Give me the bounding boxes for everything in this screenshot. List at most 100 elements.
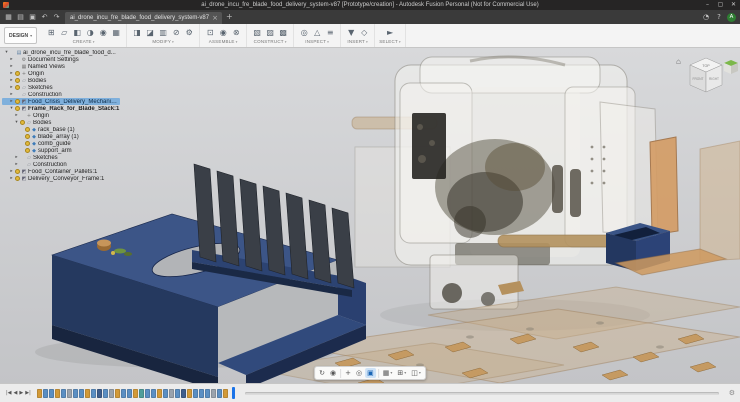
viewcube-top-label[interactable]: TOP: [702, 64, 710, 68]
create-sketch-icon[interactable]: ▱: [58, 27, 70, 39]
browser-item-sketches[interactable]: ▸▱Sketches: [2, 84, 120, 91]
timeline-feature-11[interactable]: [103, 389, 108, 398]
toolbar-group-label[interactable]: CONSTRUCT▾: [254, 39, 287, 44]
display-settings-icon[interactable]: ▦▾: [381, 368, 395, 378]
browser-item-document-settings[interactable]: ▸⚙Document Settings: [2, 56, 120, 63]
tree-expander-icon[interactable]: ▸: [9, 64, 14, 69]
measure-icon[interactable]: ◎: [298, 27, 310, 39]
timeline-feature-29[interactable]: [211, 389, 216, 398]
browser-item-food-crisis-delivery-mechanism-1[interactable]: ▸◩Food_Crisis_Delivery_Mechanism:1: [2, 98, 120, 105]
visibility-toggle[interactable]: [15, 176, 20, 181]
visibility-toggle[interactable]: [25, 141, 30, 146]
toolbar-group-label[interactable]: CREATE▾: [73, 39, 95, 44]
timeline-feature-28[interactable]: [205, 389, 210, 398]
notifications-bell-icon[interactable]: ◔: [701, 13, 711, 21]
timeline-feature-10[interactable]: [97, 389, 102, 398]
visibility-bulb-icon[interactable]: [25, 148, 30, 153]
undo-icon[interactable]: ↶: [39, 12, 50, 23]
timeline-feature-8[interactable]: [85, 389, 90, 398]
insert-derive-icon[interactable]: ◇: [358, 27, 370, 39]
timeline-feature-20[interactable]: [157, 389, 162, 398]
file-menu-icon[interactable]: ▤: [15, 12, 26, 23]
visibility-toggle[interactable]: [15, 106, 20, 111]
timeline-feature-25[interactable]: [187, 389, 192, 398]
select-tool-icon[interactable]: ►: [384, 27, 396, 39]
data-panel-toggle-icon[interactable]: ▦: [3, 12, 14, 23]
browser-item-construction[interactable]: ▸▱Construction: [2, 91, 120, 98]
browser-item-blade-array-1[interactable]: ◆blade_array (1): [2, 133, 120, 140]
visibility-toggle[interactable]: [20, 120, 25, 125]
timeline-feature-6[interactable]: [73, 389, 78, 398]
look-at-icon[interactable]: ◉: [328, 368, 338, 378]
change-parameters-icon[interactable]: ⚙: [183, 27, 195, 39]
timeline-feature-17[interactable]: [139, 389, 144, 398]
timeline-feature-9[interactable]: [91, 389, 96, 398]
timeline-feature-4[interactable]: [61, 389, 66, 398]
press-pull-icon[interactable]: ◨: [131, 27, 143, 39]
tree-expander-icon[interactable]: ▾: [14, 120, 19, 125]
timeline-feature-14[interactable]: [121, 389, 126, 398]
display-bar-icon[interactable]: ≡: [324, 27, 336, 39]
tree-expander-icon[interactable]: ▸: [14, 155, 19, 160]
rigid-group-icon[interactable]: ⊗: [230, 27, 242, 39]
new-tab-button[interactable]: +: [222, 10, 237, 24]
assemble-new-component-icon[interactable]: ⊡: [204, 27, 216, 39]
zoom-icon[interactable]: ◎: [354, 368, 364, 378]
tree-expander-icon[interactable]: ▸: [9, 176, 14, 181]
save-icon[interactable]: ▣: [27, 12, 38, 23]
point-icon[interactable]: ▩: [277, 27, 289, 39]
tree-expander-icon[interactable]: ▸: [9, 99, 14, 104]
timeline-feature-22[interactable]: [169, 389, 174, 398]
timeline-feature-31[interactable]: [223, 389, 228, 398]
timeline-feature-15[interactable]: [127, 389, 132, 398]
timeline-feature-2[interactable]: [49, 389, 54, 398]
minimize-button[interactable]: –: [701, 0, 714, 10]
timeline-playhead[interactable]: [232, 387, 235, 399]
fillet-icon[interactable]: ◪: [144, 27, 156, 39]
maximize-button[interactable]: ▢: [714, 0, 727, 10]
visibility-toggle[interactable]: [15, 71, 20, 76]
extrude-icon[interactable]: ◧: [71, 27, 83, 39]
browser-item-support-arm[interactable]: ◆support_arm: [2, 147, 120, 154]
timeline-feature-1[interactable]: [43, 389, 48, 398]
tree-expander-icon[interactable]: ▸: [9, 71, 14, 76]
combine-icon[interactable]: ⊘: [170, 27, 182, 39]
visibility-bulb-icon[interactable]: [15, 106, 20, 111]
toolbar-group-label[interactable]: MODIFY▾: [152, 39, 174, 44]
browser-item-rack-base-1[interactable]: ◆rack_base (1): [2, 126, 120, 133]
timeline-feature-21[interactable]: [163, 389, 168, 398]
visibility-bulb-icon[interactable]: [15, 176, 20, 181]
tree-expander-icon[interactable]: ▸: [14, 113, 19, 118]
go-to-start-button[interactable]: |◀: [5, 384, 13, 402]
browser-item-origin[interactable]: ▸+Origin: [2, 112, 120, 119]
browser-item-frame-rack-for-blade-stack-1[interactable]: ▾◩Frame_Rack_for_Blade_Stack:1: [2, 105, 120, 112]
browser-item-food-container-pallets-1[interactable]: ▸◩Food_Container_Pallets:1: [2, 168, 120, 175]
insert-mesh-icon[interactable]: ▼: [345, 27, 357, 39]
grid-and-snaps-icon[interactable]: ⊞▾: [395, 368, 408, 378]
visibility-bulb-icon[interactable]: [20, 120, 25, 125]
toolbar-group-label[interactable]: INSERT▾: [347, 39, 368, 44]
timeline-feature-26[interactable]: [193, 389, 198, 398]
toolbar-group-label[interactable]: SELECT▾: [379, 39, 401, 44]
visibility-bulb-icon[interactable]: [15, 71, 20, 76]
visibility-toggle[interactable]: [15, 78, 20, 83]
tree-expander-icon[interactable]: ▾: [9, 106, 14, 111]
timeline-feature-5[interactable]: [67, 389, 72, 398]
joint-icon[interactable]: ◉: [217, 27, 229, 39]
browser-item-bodies[interactable]: ▸▱Bodies: [2, 77, 120, 84]
section-analysis-icon[interactable]: △: [311, 27, 323, 39]
hole-icon[interactable]: ◉: [97, 27, 109, 39]
tab-close-icon[interactable]: ×: [212, 12, 218, 24]
timeline-feature-0[interactable]: [37, 389, 42, 398]
browser-item-comb-guide[interactable]: ◆comb_guide: [2, 140, 120, 147]
browser-item-named-views[interactable]: ▸▦Named Views: [2, 63, 120, 70]
tree-expander-icon[interactable]: ▸: [9, 169, 14, 174]
timeline-feature-24[interactable]: [181, 389, 186, 398]
timeline-feature-19[interactable]: [151, 389, 156, 398]
timeline-options-gear-icon[interactable]: ⚙: [729, 389, 735, 397]
go-to-end-button[interactable]: ▶|: [24, 384, 32, 402]
visibility-bulb-icon[interactable]: [25, 127, 30, 132]
shell-icon[interactable]: ▥: [157, 27, 169, 39]
help-icon[interactable]: ?: [714, 13, 724, 21]
tree-expander-icon[interactable]: ▸: [9, 85, 14, 90]
